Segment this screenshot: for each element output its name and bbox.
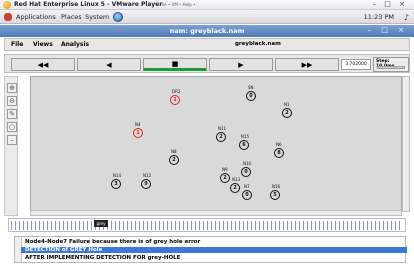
network-node[interactable]: 2 — [220, 173, 230, 183]
timeline-ticks — [11, 221, 403, 230]
timeline-marker[interactable]: grey — [94, 220, 108, 227]
network-node[interactable]: 0 — [246, 91, 256, 101]
side-toolbar: ⊕ ⊖ ✎ ○ – — [4, 76, 18, 216]
nam-window-title: nam: greyblack.nam — [169, 27, 245, 35]
vmware-menus[interactable]: File • VM • Help • — [160, 2, 195, 7]
vmware-logo-icon — [3, 1, 11, 9]
zoom-in-icon[interactable]: ⊕ — [7, 83, 17, 93]
step-back-button[interactable]: ◀ — [77, 58, 141, 71]
node-label: N15 — [241, 134, 250, 139]
network-node[interactable]: 1 — [133, 128, 143, 138]
places-menu[interactable]: Places — [61, 13, 82, 21]
nam-titlebar: nam: greyblack.nam – □ × — [0, 25, 414, 37]
network-node[interactable]: 6 — [239, 140, 249, 150]
annotation-log[interactable]: Node4-Node7 Failure because there is of … — [14, 236, 407, 263]
network-node[interactable]: 0 — [242, 190, 252, 200]
canvas-horizontal-scrollbar[interactable] — [30, 210, 402, 216]
applications-menu[interactable]: Applications — [16, 13, 56, 21]
panel-clock[interactable]: 11:23 PM — [364, 13, 394, 21]
system-menu[interactable]: System — [85, 13, 109, 21]
node-label: N8 — [171, 149, 177, 154]
network-node[interactable]: 2 — [282, 108, 292, 118]
node-label: N4 — [135, 122, 141, 127]
network-node[interactable]: 2 — [169, 155, 179, 165]
node-label: N1 — [284, 102, 290, 107]
stop-button[interactable]: ■ — [143, 58, 207, 71]
log-line-selected[interactable]: DETECTION of GREY Hole — [21, 247, 407, 253]
network-node[interactable]: 2 — [230, 183, 240, 193]
network-node[interactable]: 1 — [170, 95, 180, 105]
network-node[interactable]: 2 — [216, 132, 226, 142]
fast-forward-button[interactable]: ▶▶ — [275, 58, 339, 71]
canvas-vertical-scrollbar[interactable] — [402, 76, 410, 212]
node-label: DR2 — [172, 89, 181, 94]
node-label: N13 — [232, 177, 241, 182]
zoom-out-icon[interactable]: ⊖ — [7, 96, 17, 106]
nam-window-controls[interactable]: – □ × — [368, 26, 408, 34]
network-node[interactable]: 0 — [241, 167, 251, 177]
vmware-title: Red Hat Enterprise Linux 5 - VMware Play… — [14, 1, 163, 8]
network-node[interactable]: 5 — [270, 190, 280, 200]
network-node[interactable]: 9 — [141, 179, 151, 189]
volume-icon[interactable]: ♪ — [404, 13, 409, 22]
file-menu[interactable]: File — [11, 41, 23, 48]
node-label: N11 — [218, 126, 227, 131]
node-label: N7 — [244, 184, 250, 189]
edit-icon[interactable]: ✎ — [7, 109, 17, 119]
log-line[interactable]: AFTER IMPLEMENTING DETECTION FOR grey-HO… — [25, 255, 180, 261]
gnome-panel: Applications Places System 11:23 PM ♪ — [0, 10, 414, 24]
gnome-foot-icon[interactable] — [4, 13, 12, 21]
step-control[interactable]: Step: 10.0ms — [373, 57, 409, 72]
views-menu[interactable]: Views — [33, 41, 53, 48]
node-label: N9 — [222, 167, 228, 172]
node-label: SN — [248, 85, 254, 90]
vmware-titlebar: Red Hat Enterprise Linux 5 - VMware Play… — [0, 0, 414, 10]
step-slider[interactable] — [377, 66, 405, 69]
timeline[interactable]: grey — [8, 218, 406, 232]
browser-globe-icon[interactable] — [113, 12, 123, 22]
nam-file-name: greyblack.nam — [235, 41, 281, 47]
node-label: N12 — [143, 173, 152, 178]
network-node[interactable]: 3 — [111, 179, 121, 189]
node-label: N6 — [276, 142, 282, 147]
node-label: N10 — [243, 161, 252, 166]
topology-canvas[interactable] — [30, 76, 402, 212]
play-button[interactable]: ▶ — [209, 58, 273, 71]
analysis-menu[interactable]: Analysis — [61, 41, 89, 48]
time-readout: 3.702000 — [341, 59, 371, 70]
log-line[interactable]: Node4-Node7 Failure because there is of … — [25, 239, 200, 245]
nam-menubar: File Views Analysis greyblack.nam — [4, 38, 410, 51]
node-label: N14 — [113, 173, 122, 178]
vmware-window-controls[interactable]: – □ × — [373, 0, 408, 8]
move-icon[interactable]: – — [7, 135, 17, 145]
network-node[interactable]: 8 — [274, 148, 284, 158]
nam-toolbar: ◀◀ ◀ ■ ▶ ▶▶ 3.702000 Step: 10.0ms — [4, 54, 410, 73]
rewind-button[interactable]: ◀◀ — [11, 58, 75, 71]
node-label: N16 — [272, 184, 281, 189]
select-icon[interactable]: ○ — [7, 122, 17, 132]
